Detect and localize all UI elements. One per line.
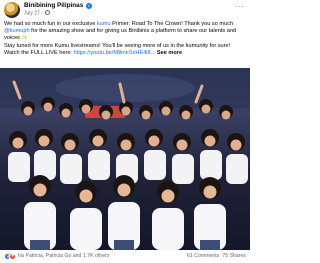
kumuph-mention[interactable]: @kumuph [4, 28, 30, 34]
post-meta: July 27· [24, 10, 50, 17]
post-caption: We had so much fun in our exclusive kumu… [4, 21, 248, 57]
post-date[interactable]: July 27 [24, 11, 40, 17]
globe-icon [44, 10, 50, 15]
reactors-summary[interactable]: Ira Patricia, Patricia Go and 1.7K other… [18, 253, 109, 259]
engagement-counts: 61 Comments 75 Shares [187, 253, 246, 259]
caption-line-3: voices ✨ [4, 35, 29, 42]
page-avatar[interactable] [4, 2, 20, 18]
more-options-icon[interactable]: ··· [235, 3, 245, 11]
caption-line-4: Stay tuned for more Kumu livestreams! Yo… [4, 42, 231, 49]
shares-count[interactable]: 75 Shares [222, 253, 246, 259]
caption-line-1: We had so much fun in our exclusive kumu… [4, 21, 234, 27]
group-photo-illustration [0, 68, 250, 250]
page-name[interactable]: Binibining Pilipinas ✓ [24, 2, 93, 9]
kumu-link[interactable]: kumu [97, 21, 111, 27]
caption-line-2: @kumuph for the amazing show and for giv… [4, 28, 237, 35]
love-icon: ♥ [9, 252, 16, 260]
caption-line-5: Watch the FULL LIVE here: https://youtu.… [4, 49, 183, 56]
verified-badge-icon: ✓ [86, 2, 93, 9]
facebook-post: Binibining Pilipinas ✓ July 27· ··· We h… [0, 0, 250, 263]
comments-count[interactable]: 61 Comments [187, 253, 219, 259]
post-header: Binibining Pilipinas ✓ July 27· ··· [4, 2, 246, 20]
see-more-button[interactable]: See more [157, 50, 182, 56]
post-footer: 👍 ♥ Ira Patricia, Patricia Go and 1.7K o… [4, 252, 248, 262]
post-photo[interactable] [0, 68, 250, 250]
youtube-link[interactable]: https://youtu.be/M8meSxHE4l8... [74, 50, 156, 56]
